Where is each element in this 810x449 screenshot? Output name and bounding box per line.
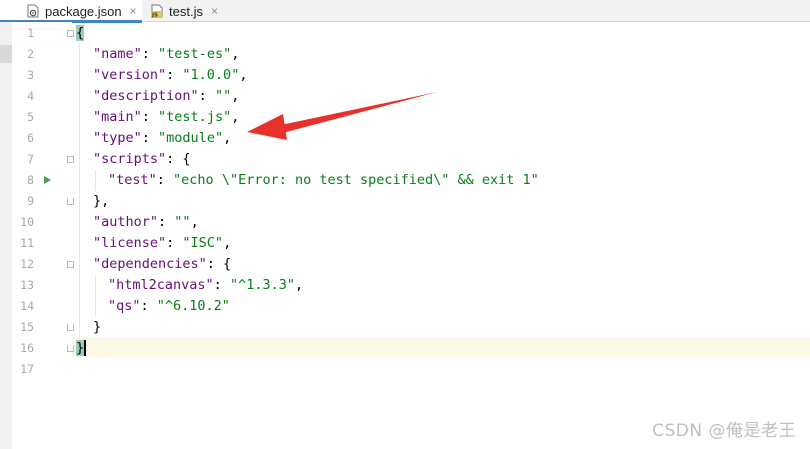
watermark: CSDN @俺是老王 — [652, 421, 796, 441]
annotation-arrow — [247, 92, 437, 140]
